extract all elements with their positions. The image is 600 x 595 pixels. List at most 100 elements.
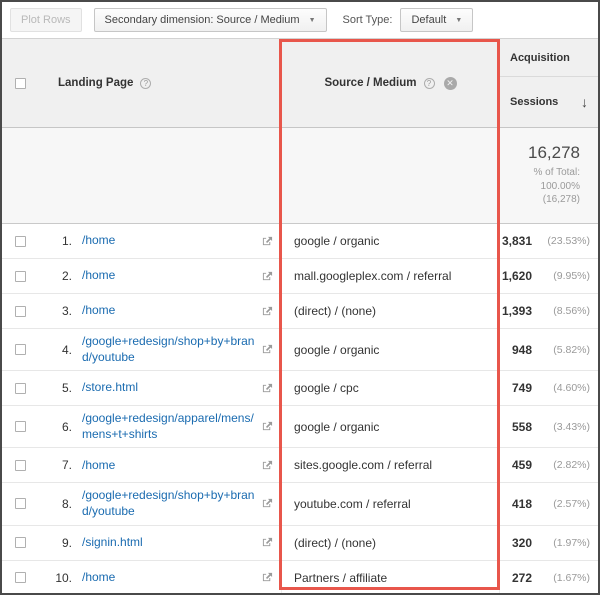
sessions-header-label: Sessions (510, 96, 559, 108)
source-medium-value: (direct) / (none) (281, 525, 499, 560)
row-checkbox[interactable] (14, 235, 26, 247)
open-in-new-icon[interactable] (262, 498, 273, 509)
totals-row: 16,278 % of Total: 100.00% (16,278) (2, 128, 598, 224)
remove-secondary-dimension-icon[interactable]: ✕ (443, 76, 457, 90)
landing-page-link[interactable]: /home (82, 570, 256, 586)
landing-page-link[interactable]: /home (82, 233, 256, 249)
acquisition-group-header: Acquisition (500, 39, 598, 77)
table-row: 8. /google+redesign/shop+by+brand/youtub… (2, 483, 598, 526)
sessions-percentage: (2.82%) (553, 459, 590, 472)
landing-page-link[interactable]: /google+redesign/shop+by+brand/youtube (82, 488, 256, 519)
help-icon[interactable]: ? (140, 77, 152, 89)
sessions-value: 418 (511, 496, 532, 511)
total-percentage-total: (16,278) (542, 194, 580, 205)
table-row: 9. /signin.html (direct) / (none) 320 (1… (2, 525, 598, 561)
table-row: 2. /home mall.googleplex.com / referral … (2, 259, 598, 294)
open-in-new-icon[interactable] (262, 271, 273, 282)
sessions-percentage: (8.56%) (553, 305, 590, 317)
sessions-percentage: (4.60%) (553, 382, 590, 395)
source-medium-value: google / organic (281, 406, 499, 448)
total-percentage-label: % of Total: (533, 167, 580, 178)
open-in-new-icon[interactable] (262, 344, 273, 355)
landing-page-link[interactable]: /google+redesign/shop+by+brand/youtube (82, 334, 256, 365)
sessions-percentage: (23.53%) (547, 235, 590, 247)
column-header-sessions[interactable]: Sessions ↓ (500, 77, 598, 127)
sessions-value: 272 (511, 570, 532, 585)
sessions-value: 749 (511, 381, 532, 396)
sessions-percentage: (2.57%) (553, 497, 590, 510)
table-header: Landing Page ? Source / Medium ? ✕ Acqui… (2, 38, 598, 128)
total-sessions: 16,278 (528, 143, 580, 162)
row-number: 7. (61, 458, 72, 473)
row-checkbox[interactable] (14, 344, 26, 356)
sessions-percentage: (1.97%) (553, 536, 590, 549)
row-checkbox[interactable] (14, 572, 26, 584)
source-medium-value: sites.google.com / referral (281, 448, 499, 483)
source-medium-value: (direct) / (none) (281, 294, 499, 328)
source-medium-value: google / cpc (281, 371, 499, 406)
landing-page-header-label: Landing Page (58, 77, 134, 89)
landing-page-link[interactable]: /store.html (82, 380, 256, 396)
open-in-new-icon[interactable] (262, 572, 273, 583)
row-checkbox[interactable] (14, 382, 26, 394)
sessions-value: 320 (511, 535, 532, 550)
source-medium-value: mall.googleplex.com / referral (281, 259, 499, 293)
row-number: 4. (61, 342, 72, 357)
sessions-percentage: (9.95%) (553, 270, 590, 282)
landing-page-link[interactable]: /home (82, 458, 256, 474)
source-medium-value: Partners / affiliate (281, 560, 499, 593)
row-checkbox[interactable] (14, 305, 26, 317)
source-medium-value: youtube.com / referral (281, 483, 499, 525)
secondary-dimension-label: Secondary dimension: Source / Medium (104, 14, 300, 26)
source-medium-value: google / organic (281, 329, 499, 371)
row-number: 8. (61, 496, 72, 511)
plot-rows-button[interactable]: Plot Rows (10, 8, 82, 32)
table-row: 1. /home google / organic 3,831 (23.53%) (2, 224, 598, 259)
sessions-percentage: (3.43%) (553, 420, 590, 433)
select-all-checkbox[interactable] (14, 77, 26, 89)
sessions-value: 948 (511, 342, 532, 357)
source-medium-value: google / organic (281, 224, 499, 258)
open-in-new-icon[interactable] (262, 236, 273, 247)
row-checkbox[interactable] (14, 537, 26, 549)
open-in-new-icon[interactable] (262, 537, 273, 548)
total-percentage-value: 100.00% (540, 180, 580, 192)
sessions-percentage: (5.82%) (553, 343, 590, 356)
chevron-down-icon: ▼ (455, 16, 463, 24)
table-row: 5. /store.html google / cpc 749 (4.60%) (2, 371, 598, 407)
table-row: 7. /home sites.google.com / referral 459… (2, 448, 598, 484)
toolbar: Plot Rows Secondary dimension: Source / … (2, 2, 598, 38)
landing-page-link[interactable]: /signin.html (82, 535, 256, 551)
sort-type-value: Default (411, 14, 447, 26)
row-checkbox[interactable] (14, 270, 26, 282)
landing-page-link[interactable]: /home (82, 303, 256, 319)
open-in-new-icon[interactable] (262, 421, 273, 432)
open-in-new-icon[interactable] (262, 383, 273, 394)
help-icon[interactable]: ? (423, 77, 435, 89)
table-row: 4. /google+redesign/shop+by+brand/youtub… (2, 329, 598, 372)
sessions-value: 3,831 (501, 234, 532, 248)
row-number: 9. (61, 535, 72, 550)
chevron-down-icon: ▼ (308, 16, 316, 24)
column-header-landing-page: Landing Page ? (38, 39, 281, 127)
sort-type-dropdown[interactable]: Default ▼ (400, 8, 474, 32)
row-checkbox[interactable] (14, 498, 26, 510)
landing-page-link[interactable]: /google+redesign/apparel/mens/mens+t+shi… (82, 411, 256, 442)
table-row: 10. /home Partners / affiliate 272 (1.67… (2, 560, 598, 593)
landing-page-link[interactable]: /home (82, 268, 256, 284)
sessions-value: 459 (511, 458, 532, 473)
column-header-source-medium: Source / Medium ? ✕ (281, 39, 499, 127)
secondary-dimension-dropdown[interactable]: Secondary dimension: Source / Medium ▼ (93, 8, 327, 32)
sessions-value: 1,393 (501, 304, 532, 318)
table-row: 3. /home (direct) / (none) 1,393 (8.56%) (2, 294, 598, 329)
row-checkbox[interactable] (14, 421, 26, 433)
source-medium-header-label: Source / Medium (324, 77, 417, 89)
sort-descending-icon[interactable]: ↓ (581, 94, 588, 110)
sessions-value: 1,620 (501, 269, 532, 283)
row-number: 5. (61, 381, 72, 396)
sessions-percentage: (1.67%) (553, 571, 590, 584)
row-checkbox[interactable] (14, 459, 26, 471)
row-number: 3. (61, 304, 72, 318)
open-in-new-icon[interactable] (262, 306, 273, 317)
open-in-new-icon[interactable] (262, 460, 273, 471)
